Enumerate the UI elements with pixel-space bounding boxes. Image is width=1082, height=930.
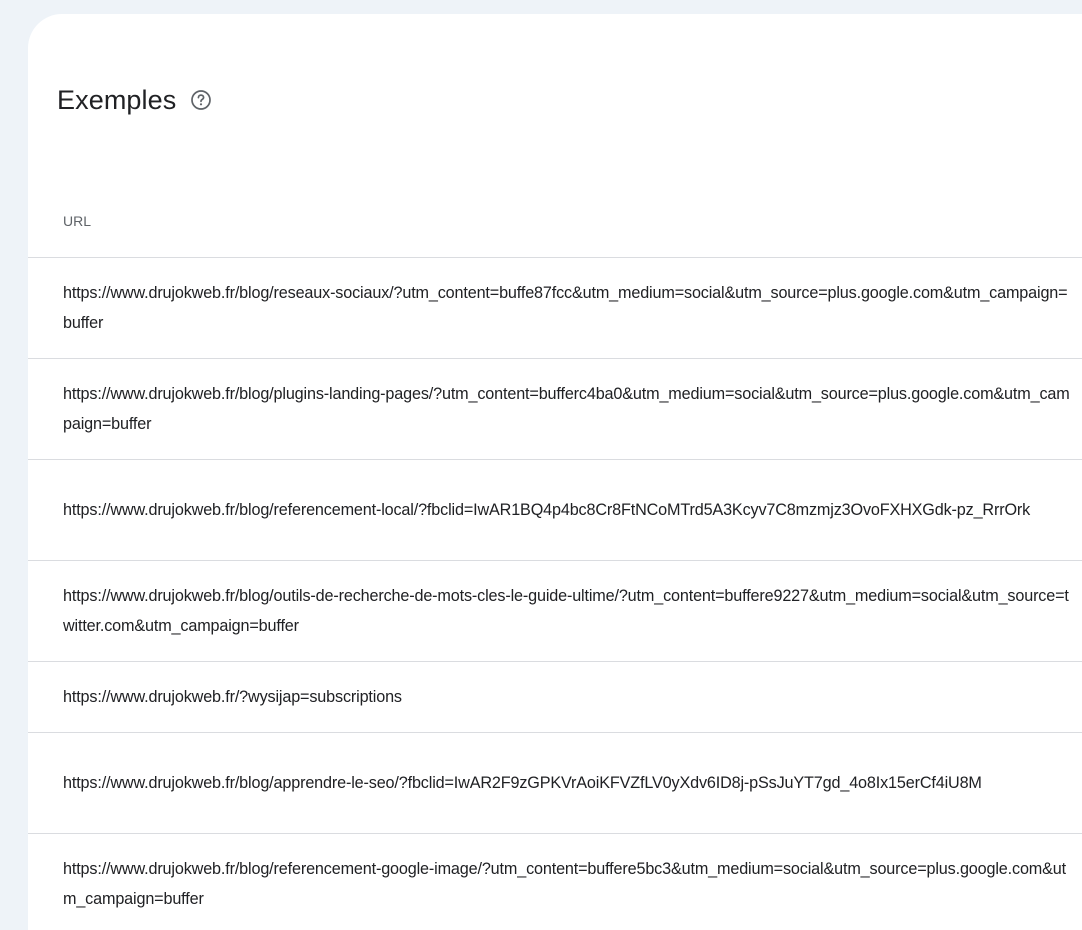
column-header-url: URL [63,212,92,229]
table-row[interactable]: https://www.drujokweb.fr/blog/plugins-la… [28,359,1082,460]
card-title: Exemples [57,84,177,115]
card-header: Exemples [57,82,212,118]
row-url: https://www.drujokweb.fr/blog/plugins-la… [63,385,1070,433]
row-url: https://www.drujokweb.fr/blog/referencem… [63,501,1031,519]
row-url: https://www.drujokweb.fr/blog/apprendre-… [63,774,982,792]
row-url: https://www.drujokweb.fr/?wysijap=subscr… [63,688,402,706]
row-url: https://www.drujokweb.fr/blog/outils-de-… [63,587,1069,635]
table-row[interactable]: https://www.drujokweb.fr/blog/referencem… [28,460,1082,561]
examples-table: URL https://www.drujokweb.fr/blog/reseau… [28,186,1082,930]
table-row[interactable]: https://www.drujokweb.fr/blog/referencem… [28,834,1082,930]
table-row[interactable]: https://www.drujokweb.fr/blog/outils-de-… [28,561,1082,662]
row-url: https://www.drujokweb.fr/blog/referencem… [63,860,1066,908]
table-header: URL [28,186,1082,258]
table-row[interactable]: https://www.drujokweb.fr/blog/reseaux-so… [28,258,1082,359]
table-row[interactable]: https://www.drujokweb.fr/blog/apprendre-… [28,733,1082,834]
row-url: https://www.drujokweb.fr/blog/reseaux-so… [63,284,1068,332]
examples-card: Exemples URL https://www.drujokweb.fr/bl… [28,14,1082,930]
help-circle-icon[interactable] [190,89,212,111]
table-row[interactable]: https://www.drujokweb.fr/?wysijap=subscr… [28,662,1082,733]
